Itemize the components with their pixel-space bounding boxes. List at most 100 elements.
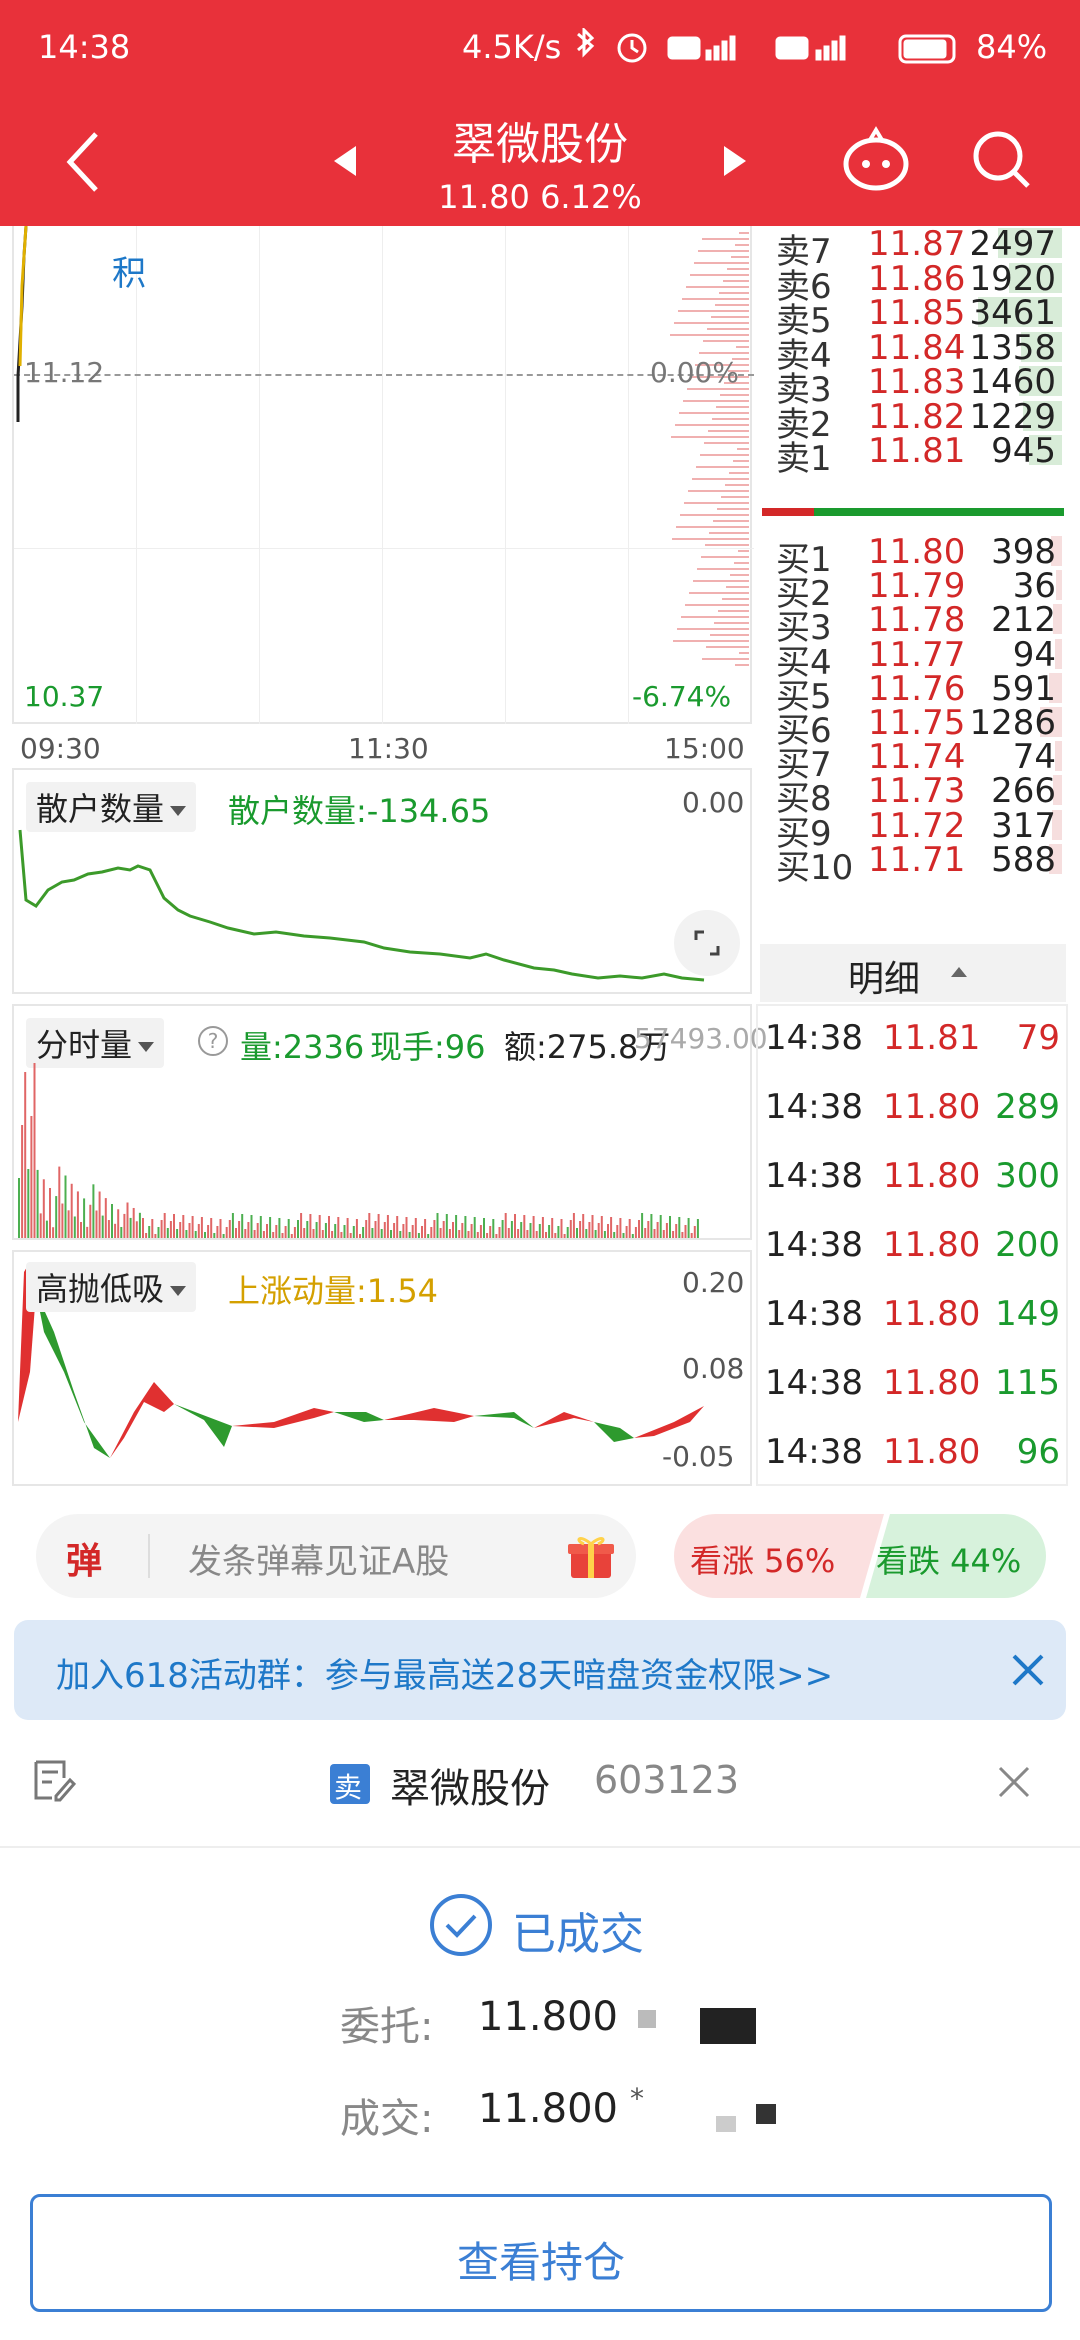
ask-row[interactable]: 卖7 11.87 2497 [770,224,1070,272]
volume-bar [148,1226,151,1238]
volume-bar [293,1227,296,1238]
depth-bar [686,286,749,288]
volume-bar [318,1215,321,1238]
volume-bar [445,1214,448,1238]
ask-row[interactable]: 卖5 11.85 3461 [770,293,1070,341]
ask-row[interactable]: 卖6 11.86 1920 [770,259,1070,307]
volume-bar [464,1216,467,1238]
volume-bar [486,1233,489,1238]
volume-bar [89,1204,92,1238]
bid-row[interactable]: 买1 11.80 398 [770,532,1070,580]
close-sheet-icon[interactable] [996,1764,1032,1800]
retail-count-panel[interactable]: 散户数量 散户数量:-134.65 0.00 [12,768,752,994]
volume-bar [489,1226,492,1238]
volume-bar [92,1184,95,1238]
volume-bar [337,1217,340,1238]
volume-bar [675,1224,678,1238]
volume-bar [238,1221,241,1238]
deal-price: 11.800 [478,2086,618,2132]
volume-bar [315,1222,318,1238]
volume-bar [30,1116,33,1238]
volume-bar [70,1183,73,1238]
volume-bar [36,1169,39,1238]
volume-bar [64,1175,67,1238]
bid-row[interactable]: 买2 11.79 36 [770,566,1070,614]
price-chart[interactable] [12,226,754,724]
bid-depth-bar [1055,638,1062,669]
momentum-indicator-dropdown[interactable]: 高抛低吸 [26,1262,197,1312]
momentum-panel[interactable]: 高抛低吸 上涨动量:1.54 0.20 0.08 -0.05 [12,1250,752,1486]
volume-bar [436,1213,439,1238]
volume-bar [213,1233,216,1238]
bid-row[interactable]: 买7 11.74 74 [770,737,1070,785]
vote-rise-button[interactable]: 看涨 56% [690,1536,835,1582]
close-banner-icon[interactable] [1010,1652,1046,1688]
volume-bar [132,1207,135,1238]
bid-label: 买10 [776,847,854,888]
depth-bar [678,310,749,312]
search-icon[interactable] [970,128,1034,192]
stock-price-change: 11.80 6.12% [438,178,642,216]
volume-bar [507,1228,510,1238]
notes-icon[interactable] [30,1756,78,1804]
bid-row[interactable]: 买10 11.71 588 [770,840,1070,888]
ask-row[interactable]: 卖4 11.84 1358 [770,328,1070,376]
volume-bar [619,1218,622,1238]
bid-row[interactable]: 买5 11.76 591 [770,669,1070,717]
volume-bar [408,1232,411,1238]
vote-fall-button[interactable]: 看跌 44% [876,1536,1021,1582]
ask-row[interactable]: 卖1 11.81 945 [770,431,1070,479]
bid-volume: 588 [991,839,1056,880]
volume-bar [281,1233,284,1238]
low-price-label: 10.37 [24,680,105,713]
volume-bar [67,1210,70,1238]
top-header: 14:38 4.5K/s 84% 翠微股份 11.80 6.12% [0,0,1080,226]
depth-bar [709,532,749,534]
volume-bar [145,1233,148,1238]
check-circle-icon [430,1894,492,1956]
volume-bar [504,1213,507,1238]
ask-row[interactable]: 卖3 11.83 1460 [770,362,1070,410]
expand-chart-button[interactable] [674,910,740,976]
bid-row[interactable]: 买6 11.75 1286 [770,703,1070,751]
volume-bar [554,1233,557,1238]
volume-bar [603,1231,606,1238]
trade-detail-header[interactable]: 明细 [760,944,1066,1002]
sentiment-vote[interactable]: 看涨 56% 看跌 44% [674,1514,1046,1598]
bid-row[interactable]: 买8 11.73 266 [770,771,1070,819]
view-position-button[interactable]: 查看持仓 [30,2194,1052,2312]
next-stock-icon[interactable] [722,144,748,178]
volume-bar [163,1213,166,1238]
gift-icon[interactable] [566,1532,616,1582]
volume-bar [58,1166,61,1238]
robot-icon[interactable] [840,126,912,192]
volume-bar [235,1228,237,1238]
volume-bar [157,1227,160,1238]
volume-bar [117,1209,120,1238]
danmu-input-bar[interactable]: 弹 发条弹幕见证A股 [36,1514,636,1598]
volume-bar [393,1223,396,1238]
volume-bar [154,1234,157,1238]
bid-row[interactable]: 买4 11.77 94 [770,635,1070,683]
activity-banner[interactable]: 加入618活动群：参与最高送28天暗盘资金权限>> [14,1620,1066,1720]
volume-bar [669,1216,671,1238]
volume-bars [18,1063,699,1238]
volume-bar [681,1232,684,1238]
volume-bar [455,1215,458,1238]
volume-bar [647,1221,650,1238]
depth-bar [682,298,749,300]
volume-bar [176,1229,179,1238]
depth-bar [705,544,749,546]
volume-bar [631,1234,634,1238]
volume-bar [535,1231,538,1238]
bid-row[interactable]: 买3 11.78 212 [770,600,1070,648]
volume-panel[interactable]: 分时量 ? 量:2336 现手:96 额:275.8万 57493.00 [12,1004,768,1240]
volume-bar [114,1223,117,1238]
volume-bar [24,1072,27,1238]
ask-row[interactable]: 卖2 11.82 1229 [770,397,1070,445]
depth-bar [739,232,749,234]
volume-bar [247,1222,250,1238]
bid-row[interactable]: 买9 11.72 317 [770,806,1070,854]
volume-bar [551,1218,554,1238]
volume-bar [278,1218,281,1238]
